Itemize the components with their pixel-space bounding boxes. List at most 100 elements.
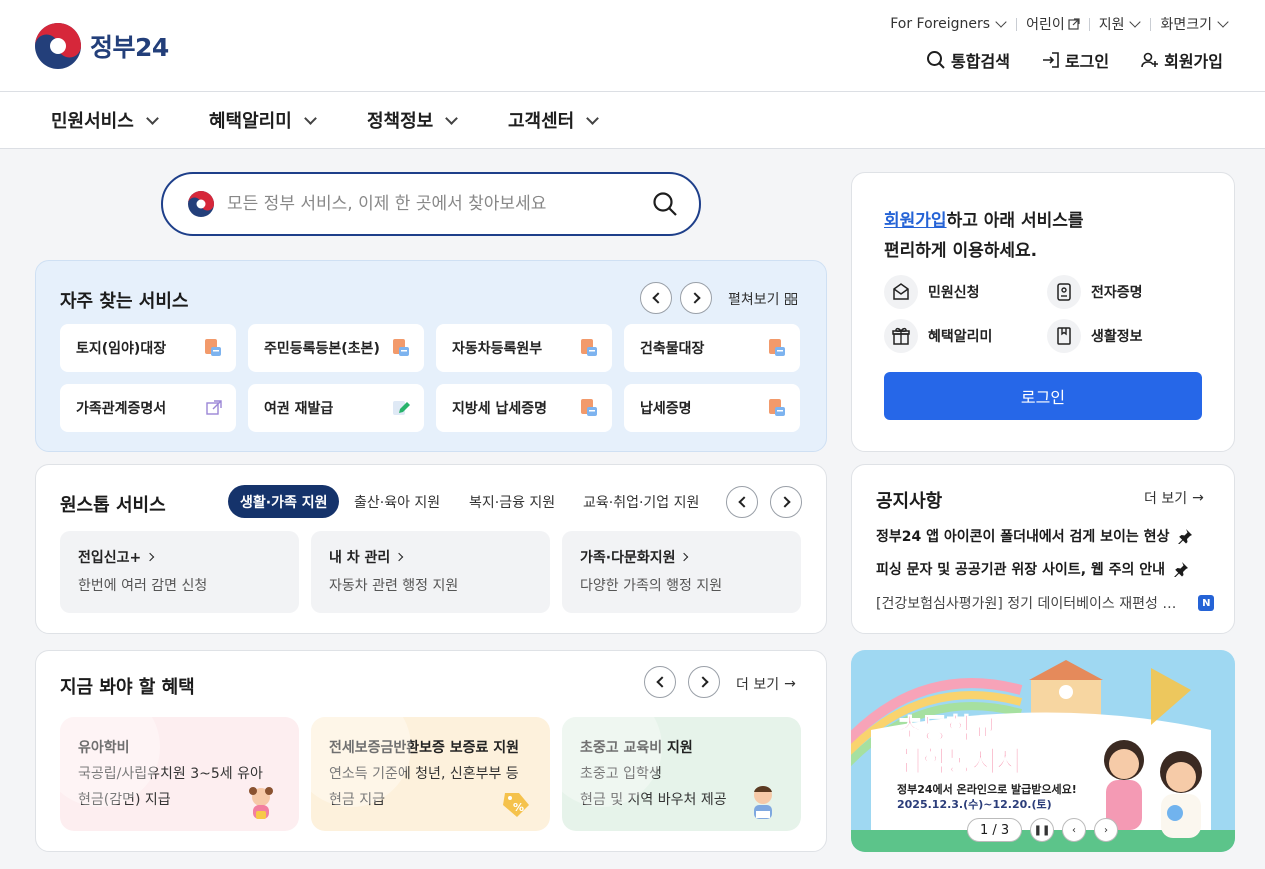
search-bar <box>161 172 701 236</box>
notice-item-text: [건강보험심사평가원] 정기 데이터베이스 재편성 … <box>876 596 1177 612</box>
chevron-down-icon <box>145 111 159 125</box>
logo[interactable]: 정부24 <box>34 22 169 70</box>
search-icon[interactable] <box>651 190 679 218</box>
service-tile-tax-certificate[interactable]: 납세증명 <box>624 384 800 432</box>
notice-more-link[interactable]: 더 보기 → <box>1144 488 1204 508</box>
util-kids[interactable]: 어린이 <box>1026 14 1080 34</box>
notice-title: 공지사항 <box>876 491 943 512</box>
chevron-down-icon <box>303 111 317 125</box>
chevron-right-icon <box>395 552 404 562</box>
one-stop-card-my-car[interactable]: 내 차 관리 자동차 관련 행정 지원 <box>311 531 550 613</box>
svg-text:%: % <box>513 801 524 814</box>
prev-button[interactable] <box>726 486 758 518</box>
promo-banner[interactable]: 초등학교 취학통지서 정부24에서 온라인으로 발급받으세요! 2025.12.… <box>851 650 1235 852</box>
util-screen-size-label: 화면크기 <box>1160 17 1212 33</box>
quick-e-certificate[interactable]: 전자증명 <box>1047 275 1143 309</box>
bookmark-book-icon <box>1047 319 1081 353</box>
benefit-card-kindergarten[interactable]: 유아학비 국공립/사립유치원 3~5세 유아 현금(감면) 지급 <box>60 717 299 831</box>
service-tile-passport-reissue[interactable]: 여권 재발급 <box>248 384 424 432</box>
login-link[interactable]: 로그인 <box>1042 48 1109 72</box>
logo-text: 정부24 <box>90 33 169 62</box>
util-foreigners[interactable]: For Foreigners <box>890 16 1007 32</box>
pause-button[interactable]: ❚❚ <box>1030 818 1054 842</box>
service-tile-local-tax-certificate[interactable]: 지방세 납세증명 <box>436 384 612 432</box>
login-button[interactable]: 로그인 <box>884 372 1202 420</box>
banner-title: 초등학교 취학통지서 <box>897 712 1023 779</box>
divider <box>1150 17 1152 31</box>
service-tile-resident-register[interactable]: 주민등록등본(초본) <box>248 324 424 372</box>
id-card-icon <box>1047 275 1081 309</box>
service-tile-label: 토지(임야)대장 <box>76 341 167 357</box>
nav-label: 고객센터 <box>508 111 575 132</box>
quick-civil-application[interactable]: 민원신청 <box>884 275 980 309</box>
benefit-card-education-cost[interactable]: 초중고 교육비 지원 초중고 입학생 현금 및 지역 바우처 제공 <box>562 717 801 831</box>
one-stop-card-multicultural[interactable]: 가족·다문화지원 다양한 가족의 행정 지원 <box>562 531 801 613</box>
quick-label: 생활정보 <box>1091 329 1143 345</box>
nav-label: 민원서비스 <box>51 111 134 132</box>
notice-item[interactable]: [건강보험심사평가원] 정기 데이터베이스 재편성 … N <box>876 593 1215 613</box>
signup-link-inline[interactable]: 회원가입 <box>884 211 947 231</box>
divider <box>1088 17 1090 31</box>
nav-item-policy[interactable]: 정책정보 <box>367 107 459 133</box>
discount-tag-icon: % <box>503 793 529 817</box>
util-support[interactable]: 지원 <box>1099 14 1142 34</box>
one-stop-card-desc: 자동차 관련 행정 지원 <box>329 578 459 594</box>
search-icon <box>927 51 945 69</box>
prev-button[interactable] <box>640 282 672 314</box>
one-stop-card-move-in[interactable]: 전입신고+ 한번에 여러 감면 신청 <box>60 531 299 613</box>
nav-item-benefits[interactable]: 혜택알리미 <box>209 107 317 133</box>
expand-all-link[interactable]: 펼쳐보기 <box>728 289 797 309</box>
benefit-card-deposit-guarantee[interactable]: 전세보증금반환보증 보증료 지원 연소득 기준에 청년, 신혼부부 등 현금 지… <box>311 717 550 831</box>
login-icon <box>1042 52 1059 68</box>
tab-welfare-finance[interactable]: 복지·금융 지원 <box>469 485 555 518</box>
next-button[interactable] <box>770 486 802 518</box>
tab-birth-childcare[interactable]: 출산·육아 지원 <box>354 485 440 518</box>
nav-item-customer-center[interactable]: 고객센터 <box>508 107 600 133</box>
util-screen-size[interactable]: 화면크기 <box>1160 14 1229 34</box>
taegeuk-emblem-icon <box>188 191 214 217</box>
site-header: 정부24 For Foreigners 어린이 지원 화면크기 통합검색 로그인… <box>0 0 1265 92</box>
service-tile-vehicle-register[interactable]: 자동차등록원부 <box>436 324 612 372</box>
next-button[interactable] <box>680 282 712 314</box>
service-tile-building-register[interactable]: 건축물대장 <box>624 324 800 372</box>
external-link-icon <box>1068 18 1080 30</box>
quick-life-info[interactable]: 생활정보 <box>1047 319 1143 353</box>
tab-life-family[interactable]: 생활·가족 지원 <box>228 485 340 518</box>
document-issue-icon <box>205 339 221 356</box>
integrated-search-button[interactable]: 통합검색 <box>926 48 1010 72</box>
one-stop-card-title-text: 가족·다문화지원 <box>580 550 676 566</box>
one-stop-title: 원스톱 서비스 <box>60 495 166 516</box>
frequent-services-title: 자주 찾는 서비스 <box>60 291 189 312</box>
banner-date: 2025.12.3.(수)~12.20.(토) <box>897 798 1052 811</box>
service-tile-land-register[interactable]: 토지(임야)대장 <box>60 324 236 372</box>
notice-item-text: 피싱 문자 및 공공기관 위장 사이트, 웹 주의 안내 <box>876 562 1166 578</box>
chevron-right-icon <box>696 676 709 688</box>
next-button[interactable] <box>688 666 720 698</box>
tab-education-employment[interactable]: 교육·취업·기업 지원 <box>583 485 699 518</box>
signup-link[interactable]: 회원가입 <box>1141 48 1223 72</box>
banner-pager: 1 / 3 <box>967 818 1023 842</box>
quick-benefit-alert[interactable]: 혜택알리미 <box>884 319 992 353</box>
notice-item[interactable]: 정부24 앱 아이콘이 폴더내에서 검게 보이는 현상 <box>876 526 1193 546</box>
notice-item-text: 정부24 앱 아이콘이 폴더내에서 검게 보이는 현상 <box>876 529 1170 545</box>
prev-button[interactable] <box>644 666 676 698</box>
benefits-more-link[interactable]: 더 보기 → <box>736 674 796 694</box>
chevron-right-icon <box>680 552 689 562</box>
search-input[interactable] <box>227 194 651 214</box>
nav-item-civil-service[interactable]: 민원서비스 <box>51 107 159 133</box>
child-character-icon <box>249 787 273 819</box>
signup-label: 회원가입 <box>1164 52 1223 71</box>
gift-icon <box>884 319 918 353</box>
one-stop-card-title-text: 전입신고+ <box>78 550 142 566</box>
arrow-right-icon: → <box>1192 490 1204 506</box>
user-plus-icon <box>1141 52 1159 68</box>
expand-all-label: 펼쳐보기 <box>728 292 780 308</box>
banner-next-button[interactable]: › <box>1094 818 1118 842</box>
chevron-down-icon <box>1217 16 1229 28</box>
service-tile-family-certificate[interactable]: 가족관계증명서 <box>60 384 236 432</box>
external-link-icon <box>206 400 222 415</box>
banner-prev-button[interactable]: ‹ <box>1062 818 1086 842</box>
chevron-right-icon: › <box>1104 824 1108 836</box>
notice-item[interactable]: 피싱 문자 및 공공기관 위장 사이트, 웹 주의 안내 <box>876 559 1189 579</box>
login-message-text: 하고 아래 서비스를 <box>946 211 1084 231</box>
